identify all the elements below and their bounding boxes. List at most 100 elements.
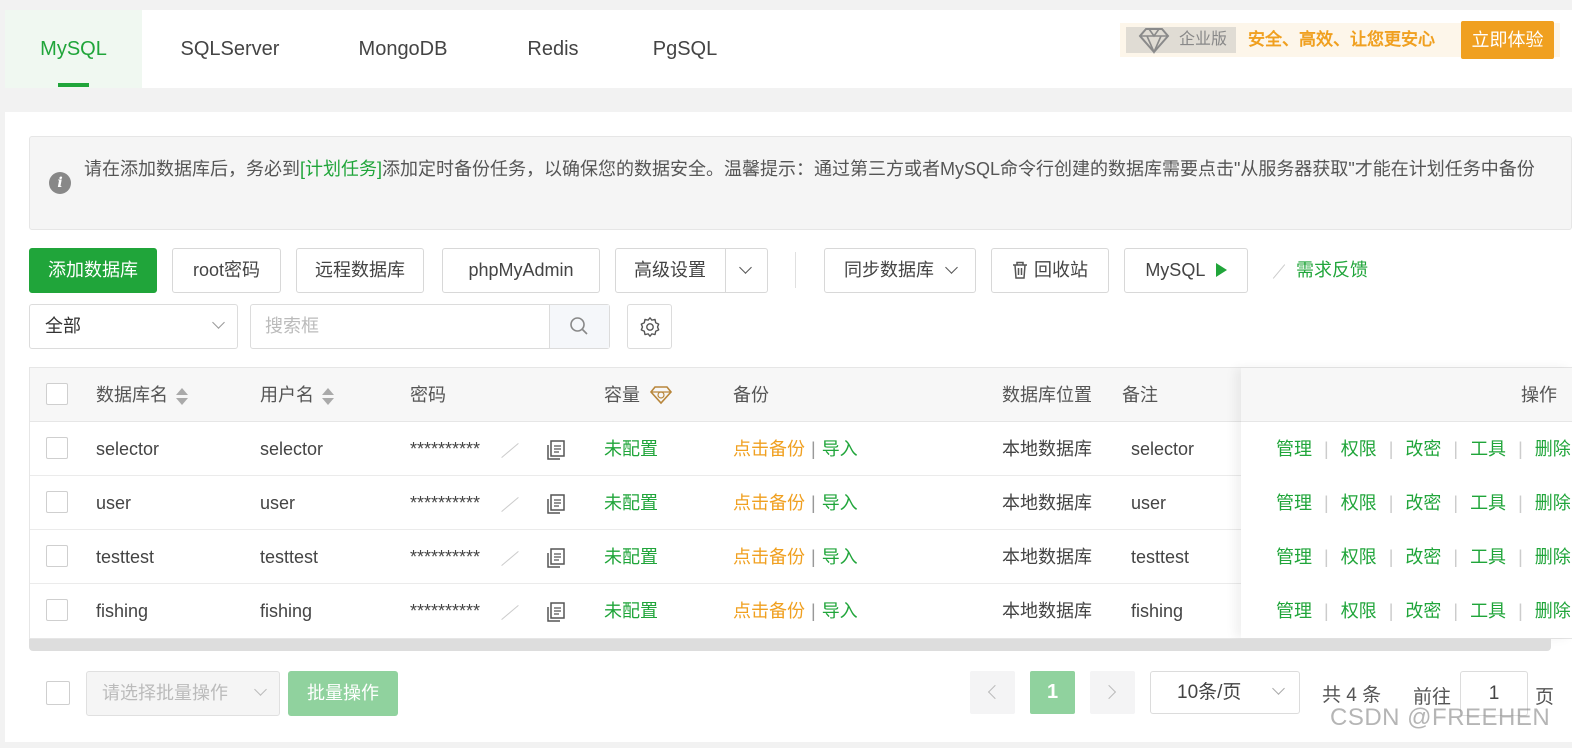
row-actions: 管理 | 权限 | 改密 | 工具 | 删除 (1276, 547, 1571, 567)
delete-link[interactable]: 删除 (1535, 547, 1571, 567)
chevron-left-icon (987, 684, 1003, 700)
cell-remark[interactable]: user (1131, 476, 1166, 530)
capacity-status[interactable]: 未配置 (604, 530, 658, 584)
advanced-settings-dropdown[interactable]: 高级设置 (615, 248, 768, 293)
import-link[interactable]: 导入 (822, 547, 858, 567)
row-checkbox[interactable] (46, 437, 68, 459)
capacity-status[interactable]: 未配置 (604, 422, 658, 476)
row-checkbox[interactable] (46, 491, 68, 513)
change-password-link[interactable]: 改密 (1405, 493, 1441, 513)
import-link[interactable]: 导入 (822, 439, 858, 459)
next-page-button[interactable] (1090, 671, 1135, 714)
manage-link[interactable]: 管理 (1276, 493, 1312, 513)
tools-link[interactable]: 工具 (1470, 493, 1506, 513)
add-database-button[interactable]: 添加数据库 (29, 248, 157, 293)
remote-database-button[interactable]: 远程数据库 (296, 248, 424, 293)
notice-box: i 请在添加数据库后，务必到[计划任务]添加定时备份任务，以确保您的数据安全。温… (29, 136, 1572, 230)
permission-link[interactable]: 权限 (1341, 547, 1377, 567)
copy-icon[interactable] (545, 439, 567, 461)
root-password-button[interactable]: root密码 (172, 248, 281, 293)
tools-link[interactable]: 工具 (1470, 439, 1506, 459)
edit-password-icon[interactable] (501, 550, 519, 566)
cell-db-name[interactable]: fishing (96, 584, 148, 638)
permission-link[interactable]: 权限 (1341, 601, 1377, 621)
backup-link[interactable]: 点击备份 (733, 601, 805, 621)
change-password-link[interactable]: 改密 (1405, 601, 1441, 621)
delete-link[interactable]: 删除 (1535, 493, 1571, 513)
database-table: 数据库名 用户名 密码 容量 备份 数据库位置 备注 selector sele… (29, 367, 1572, 639)
copy-icon[interactable] (545, 493, 567, 515)
cell-db-name[interactable]: testtest (96, 530, 154, 584)
batch-select-checkbox[interactable] (46, 681, 70, 705)
capacity-status[interactable]: 未配置 (604, 476, 658, 530)
try-now-button[interactable]: 立即体验 (1461, 21, 1554, 59)
cron-task-link[interactable]: [计划任务] (300, 159, 382, 179)
edit-password-icon[interactable] (501, 604, 519, 620)
cell-remark[interactable]: selector (1131, 422, 1194, 476)
toolbar-divider (795, 252, 796, 288)
page-number-current[interactable]: 1 (1030, 671, 1075, 714)
edit-password-icon[interactable] (501, 442, 519, 458)
backup-link[interactable]: 点击备份 (733, 547, 805, 567)
header-remark: 备注 (1122, 385, 1158, 405)
manage-link[interactable]: 管理 (1276, 601, 1312, 621)
tab-sqlserver[interactable]: SQLServer (165, 10, 295, 88)
tools-link[interactable]: 工具 (1470, 601, 1506, 621)
import-link[interactable]: 导入 (822, 601, 858, 621)
phpmyadmin-button[interactable]: phpMyAdmin (442, 248, 600, 293)
header-username-label: 用户名 (260, 385, 314, 405)
cell-location: 本地数据库 (1002, 547, 1092, 567)
password-mask: ********** (410, 601, 481, 621)
backup-link[interactable]: 点击备份 (733, 439, 805, 459)
capacity-status[interactable]: 未配置 (604, 584, 658, 638)
column-settings-button[interactable] (627, 304, 672, 349)
tab-mongodb[interactable]: MongoDB (340, 10, 466, 88)
chevron-down-icon (945, 261, 958, 274)
tools-link[interactable]: 工具 (1470, 547, 1506, 567)
backup-link[interactable]: 点击备份 (733, 493, 805, 513)
header-backup: 备份 (733, 385, 769, 405)
permission-link[interactable]: 权限 (1341, 439, 1377, 459)
category-select-value: 全部 (45, 316, 81, 336)
row-checkbox[interactable] (46, 599, 68, 621)
cell-db-name[interactable]: user (96, 476, 131, 530)
cell-remark[interactable]: testtest (1131, 530, 1189, 584)
delete-link[interactable]: 删除 (1535, 601, 1571, 621)
feedback-link[interactable]: 需求反馈 (1270, 258, 1368, 282)
permission-link[interactable]: 权限 (1341, 493, 1377, 513)
mysql-service-button[interactable]: MySQL (1124, 248, 1248, 293)
batch-operation-select[interactable]: 请选择批量操作 (86, 671, 280, 716)
copy-icon[interactable] (545, 547, 567, 569)
cell-username: fishing (260, 601, 313, 621)
header-username[interactable]: 用户名 (260, 368, 334, 422)
edit-password-icon[interactable] (501, 496, 519, 512)
cell-db-name[interactable]: selector (96, 422, 159, 476)
cell-remark[interactable]: fishing (1131, 584, 1183, 638)
chevron-down-icon[interactable] (739, 261, 752, 274)
sync-database-button[interactable]: 同步数据库 (824, 248, 976, 293)
search-button[interactable] (549, 305, 609, 348)
recycle-bin-button[interactable]: 回收站 (991, 248, 1109, 293)
batch-operation-button[interactable]: 批量操作 (288, 671, 398, 716)
select-all-checkbox[interactable] (46, 383, 68, 405)
row-checkbox[interactable] (46, 545, 68, 567)
prev-page-button[interactable] (970, 671, 1015, 714)
horizontal-scrollbar[interactable] (29, 639, 1551, 651)
tab-mysql[interactable]: MySQL (5, 10, 142, 88)
header-db-name[interactable]: 数据库名 (96, 368, 188, 422)
import-link[interactable]: 导入 (822, 493, 858, 513)
search-input[interactable] (251, 305, 549, 348)
category-select[interactable]: 全部 (29, 304, 238, 349)
sort-icon[interactable] (322, 387, 334, 406)
delete-link[interactable]: 删除 (1535, 439, 1571, 459)
manage-link[interactable]: 管理 (1276, 547, 1312, 567)
tab-pgsql[interactable]: PgSQL (640, 10, 730, 88)
change-password-link[interactable]: 改密 (1405, 439, 1441, 459)
info-icon: i (49, 172, 71, 194)
page-size-select[interactable]: 10条/页 (1150, 671, 1300, 714)
copy-icon[interactable] (545, 601, 567, 623)
change-password-link[interactable]: 改密 (1405, 547, 1441, 567)
sort-icon[interactable] (176, 387, 188, 406)
tab-redis[interactable]: Redis (513, 10, 593, 88)
manage-link[interactable]: 管理 (1276, 439, 1312, 459)
